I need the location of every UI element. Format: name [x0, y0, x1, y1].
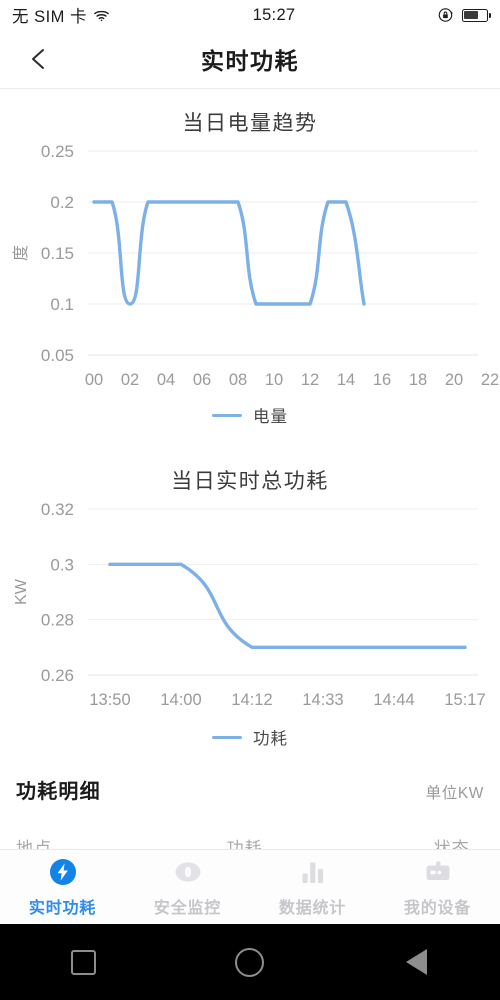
x-tick-label: 12	[301, 371, 319, 389]
y-tick-label: 0.32	[41, 500, 74, 519]
back-button[interactable]	[16, 30, 62, 88]
x-tick-label: 14:44	[373, 691, 414, 709]
carrier-label: 无 SIM 卡	[12, 8, 88, 26]
detail-header-row: 功耗明细 单位KW	[0, 775, 500, 804]
x-tick-label: 00	[85, 371, 103, 389]
lightning-bolt-icon	[48, 857, 78, 887]
home-button[interactable]	[220, 932, 280, 992]
x-tick-label: 02	[121, 371, 139, 389]
x-tick-label: 18	[409, 371, 427, 389]
page-title: 实时功耗	[201, 48, 299, 74]
phone-screen: 无 SIM 卡 15:27 实时功耗 当日电量趋势 0.25 0.2 0.15 …	[0, 0, 500, 1000]
device-box-icon	[423, 857, 453, 887]
tab-label-realtime-power: 实时功耗	[28, 899, 97, 917]
x-tick-label: 15:17	[444, 691, 485, 709]
power-detail-section: 功耗明细 单位KW 地点 功耗 状态	[0, 775, 500, 849]
y-tick-label: 0.05	[41, 346, 74, 365]
x-tick-label: 14:12	[231, 691, 272, 709]
legend-swatch-line	[212, 735, 242, 739]
tab-data-statistics[interactable]: 数据统计	[250, 850, 375, 924]
chart-2-plot[interactable]: 0.32 0.3 0.28 0.26 KW 13:50 14:00 14:12 14:33 14:…	[0, 495, 500, 735]
status-bar-clock: 15:27	[252, 5, 296, 24]
status-bar-left: 无 SIM 卡	[12, 3, 110, 27]
scroll-content[interactable]: 当日电量趋势 0.25 0.2 0.15 0.1 0.05 度 00 02 04 06 08 10 12…	[0, 89, 500, 849]
circle-icon	[235, 947, 265, 977]
recents-button[interactable]	[53, 932, 113, 992]
tab-my-devices[interactable]: 我的设备	[375, 850, 500, 924]
chart-daily-realtime-total-power: 当日实时总功耗 0.32 0.3 0.28 0.26 KW 13:50 14:00 14:12…	[0, 427, 500, 749]
column-header-power: 功耗	[226, 839, 263, 849]
y-axis-title: KW	[13, 578, 30, 605]
y-tick-label: 0.2	[50, 193, 74, 212]
wifi-icon	[93, 9, 110, 22]
column-header-location: 地点	[16, 839, 53, 849]
detail-unit-label: 单位KW	[425, 785, 484, 802]
y-tick-label: 0.25	[41, 142, 74, 161]
detail-table-header: 地点 功耗 状态	[0, 834, 500, 849]
bar-chart-icon	[298, 857, 328, 887]
column-header-status: 状态	[433, 839, 470, 849]
square-icon	[70, 949, 96, 975]
x-tick-label: 06	[193, 371, 211, 389]
tab-label-my-devices: 我的设备	[403, 899, 472, 917]
triangle-back-icon	[406, 949, 428, 975]
x-tick-label: 22	[481, 371, 499, 389]
x-tick-label: 14	[337, 371, 355, 389]
y-axis-title: 度	[12, 245, 30, 261]
bottom-tab-bar: 实时功耗 安全监控 数据统计 我的设备	[0, 849, 500, 924]
x-tick-label: 20	[445, 371, 463, 389]
x-tick-label: 16	[373, 371, 391, 389]
rotation-lock-icon	[438, 7, 454, 23]
chart-1-title: 当日电量趋势	[182, 112, 318, 135]
x-tick-label: 14:33	[302, 691, 343, 709]
x-tick-label: 13:50	[89, 691, 130, 709]
chart-daily-energy-trend: 当日电量趋势 0.25 0.2 0.15 0.1 0.05 度 00 02 04 06 08 10 12…	[0, 89, 500, 427]
x-tick-label: 10	[265, 371, 283, 389]
tab-label-data-statistics: 数据统计	[278, 899, 347, 917]
back-nav-button[interactable]	[387, 932, 447, 992]
chart-2-title: 当日实时总功耗	[171, 470, 329, 493]
series-line	[108, 562, 467, 650]
y-tick-label: 0.26	[41, 666, 74, 685]
status-bar-right	[438, 7, 492, 23]
title-bar: 实时功耗	[0, 30, 500, 89]
detail-section-title: 功耗明细	[16, 781, 101, 803]
android-navigation-bar	[0, 924, 500, 1000]
tab-realtime-power[interactable]: 实时功耗	[0, 850, 125, 924]
chart-1-plot[interactable]: 0.25 0.2 0.15 0.1 0.05 度 00 02 04 06 08 10 12 14 16 18 2…	[0, 137, 500, 417]
y-tick-label: 0.1	[50, 295, 74, 314]
y-tick-label: 0.28	[41, 611, 74, 630]
tab-security-monitor[interactable]: 安全监控	[125, 850, 250, 924]
x-tick-label: 14:00	[160, 691, 201, 709]
eye-monitor-icon	[173, 857, 203, 887]
x-tick-label: 04	[157, 371, 175, 389]
battery-icon	[462, 8, 492, 22]
tab-label-security-monitor: 安全监控	[153, 899, 222, 917]
status-bar: 无 SIM 卡 15:27	[0, 0, 500, 30]
y-tick-label: 0.15	[41, 244, 74, 263]
x-tick-label: 08	[229, 371, 247, 389]
y-tick-label: 0.3	[50, 555, 74, 574]
